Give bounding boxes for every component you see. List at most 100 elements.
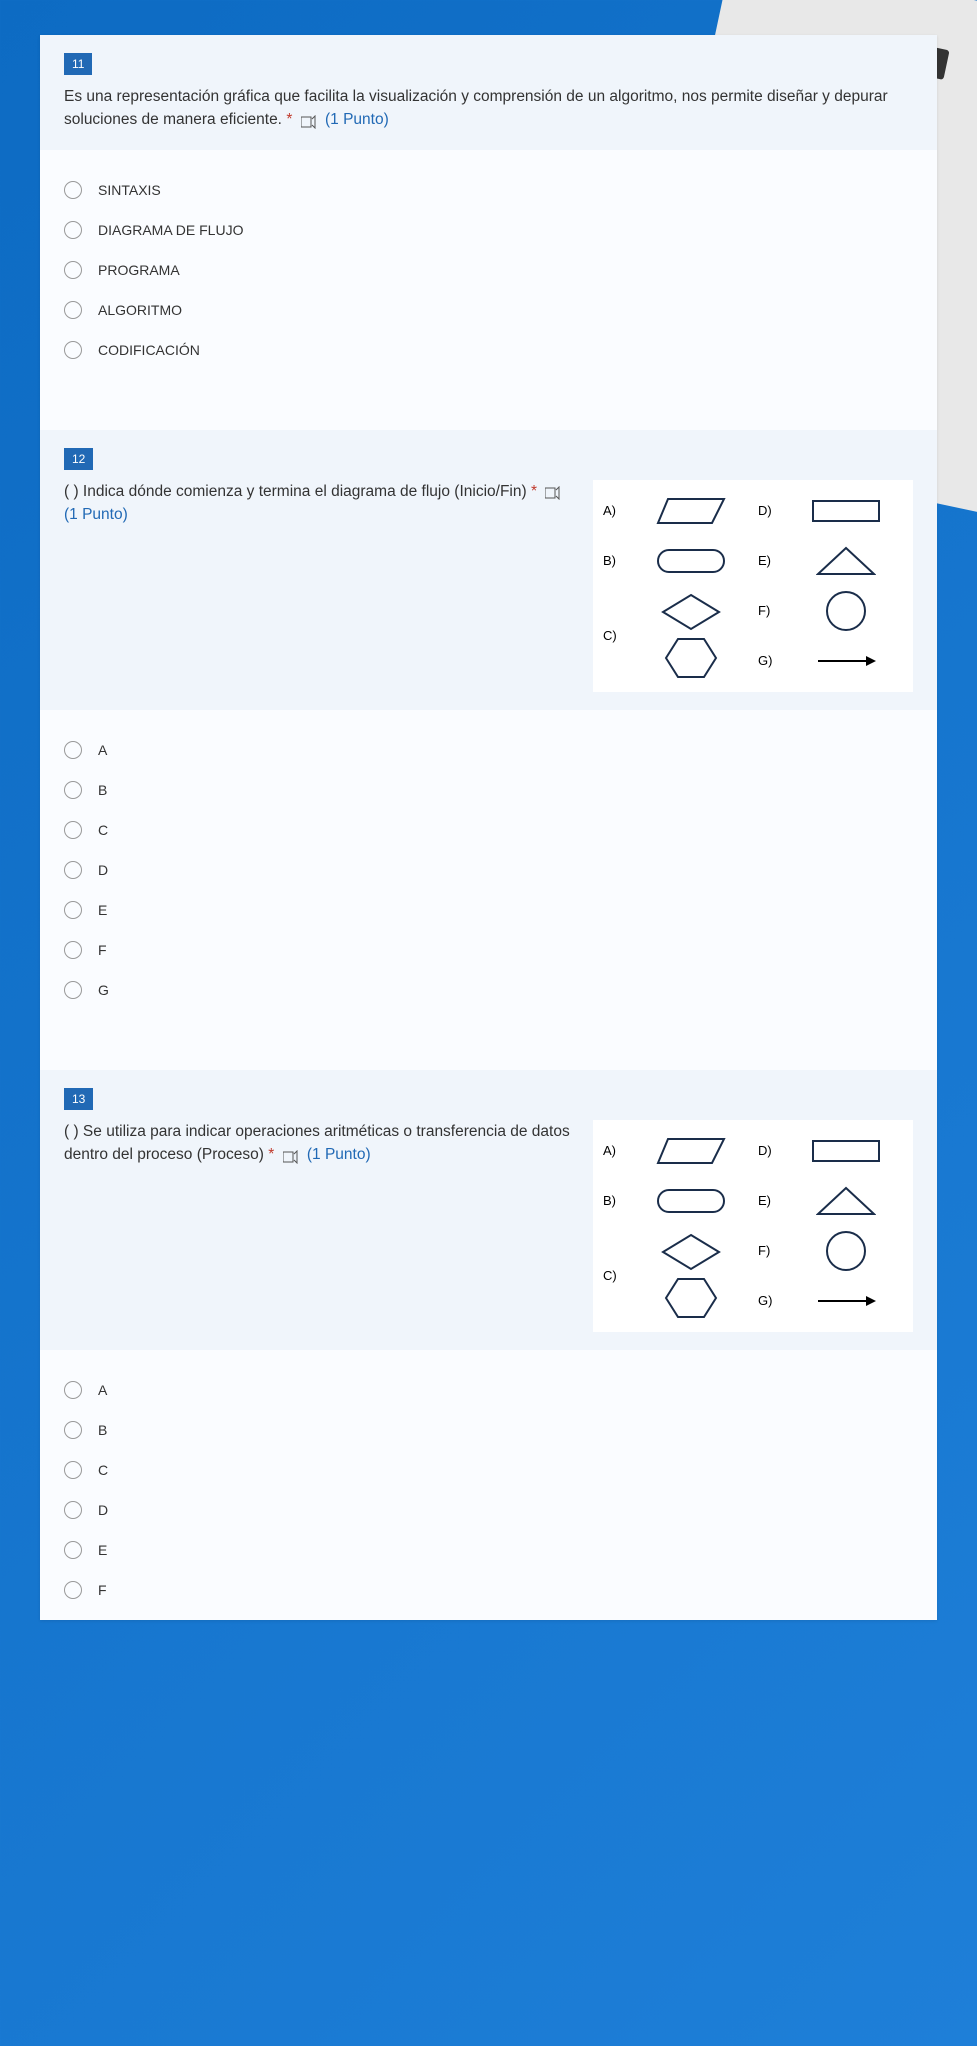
question-11: 11 Es una representación gráfica que fac…: [40, 35, 937, 380]
points-label: (1 Punto): [64, 506, 128, 523]
radio-option[interactable]: A: [64, 1370, 913, 1410]
radio-option[interactable]: F: [64, 1570, 913, 1610]
shape-label-g: G): [758, 1293, 778, 1308]
immersive-reader-icon[interactable]: [545, 484, 561, 498]
radio-option[interactable]: B: [64, 1410, 913, 1450]
radio-option[interactable]: E: [64, 1530, 913, 1570]
option-label: B: [98, 1422, 107, 1438]
required-marker: *: [531, 483, 537, 500]
radio-circle-icon: [64, 1581, 82, 1599]
shape-label-d: D): [758, 1143, 778, 1158]
diamond-hexagon-icons: [633, 591, 748, 681]
option-label: G: [98, 982, 109, 998]
option-label: DIAGRAMA DE FLUJO: [98, 222, 243, 238]
question-12: 12 ( ) Indica dónde comienza y termina e…: [40, 430, 937, 1020]
question-number-badge: 13: [64, 1088, 93, 1110]
option-label: E: [98, 1542, 107, 1558]
rounded-rect-icon: [633, 540, 748, 582]
circle-icon: [788, 590, 903, 632]
option-label: B: [98, 782, 107, 798]
shape-label-g: G): [758, 653, 778, 668]
question-header: 11 Es una representación gráfica que fac…: [40, 35, 937, 150]
immersive-reader-icon[interactable]: [301, 113, 317, 127]
form-container: 11 Es una representación gráfica que fac…: [40, 35, 937, 1620]
radio-circle-icon: [64, 1461, 82, 1479]
option-label: CODIFICACIÓN: [98, 342, 200, 358]
options-list: A B C D E F: [40, 1350, 937, 1620]
required-marker: *: [268, 1146, 274, 1163]
radio-circle-icon: [64, 781, 82, 799]
option-label: SINTAXIS: [98, 182, 161, 198]
radio-option[interactable]: CODIFICACIÓN: [64, 330, 913, 370]
radio-circle-icon: [64, 261, 82, 279]
question-number-badge: 11: [64, 53, 92, 75]
rectangle-icon: [788, 490, 903, 532]
shape-label-b: B): [603, 553, 623, 568]
radio-circle-icon: [64, 181, 82, 199]
option-label: A: [98, 742, 107, 758]
option-label: A: [98, 1382, 107, 1398]
radio-option[interactable]: ALGORITMO: [64, 290, 913, 330]
radio-circle-icon: [64, 301, 82, 319]
shape-label-e: E): [758, 553, 778, 568]
radio-option[interactable]: G: [64, 970, 913, 1010]
option-label: D: [98, 1502, 108, 1518]
option-label: F: [98, 1582, 107, 1598]
question-text: Es una representación gráfica que facili…: [64, 85, 913, 132]
options-list: A B C D E F G: [40, 710, 937, 1020]
radio-circle-icon: [64, 821, 82, 839]
shapes-reference-image: A) D) B) E) C) F): [593, 480, 913, 692]
radio-circle-icon: [64, 861, 82, 879]
rectangle-icon: [788, 1130, 903, 1172]
radio-option[interactable]: D: [64, 850, 913, 890]
question-header: 13 ( ) Se utiliza para indicar operacion…: [40, 1070, 937, 1350]
question-13: 13 ( ) Se utiliza para indicar operacion…: [40, 1070, 937, 1620]
shape-label-a: A): [603, 1143, 623, 1158]
immersive-reader-icon[interactable]: [283, 1148, 299, 1162]
shape-label-b: B): [603, 1193, 623, 1208]
radio-circle-icon: [64, 1541, 82, 1559]
question-text: ( ) Indica dónde comienza y termina el d…: [64, 480, 573, 527]
options-list: SINTAXIS DIAGRAMA DE FLUJO PROGRAMA ALGO…: [40, 150, 937, 380]
radio-option[interactable]: F: [64, 930, 913, 970]
option-label: D: [98, 862, 108, 878]
radio-option[interactable]: DIAGRAMA DE FLUJO: [64, 210, 913, 250]
radio-circle-icon: [64, 341, 82, 359]
triangle-icon: [788, 540, 903, 582]
diamond-hexagon-icons: [633, 1231, 748, 1321]
shape-label-f: F): [758, 603, 778, 618]
points-label: (1 Punto): [307, 1146, 371, 1163]
arrow-icon: [788, 1280, 903, 1322]
radio-circle-icon: [64, 1501, 82, 1519]
option-label: ALGORITMO: [98, 302, 182, 318]
option-label: F: [98, 942, 107, 958]
radio-circle-icon: [64, 1421, 82, 1439]
radio-circle-icon: [64, 741, 82, 759]
option-label: C: [98, 822, 108, 838]
parallelogram-icon: [633, 490, 748, 532]
shape-label-e: E): [758, 1193, 778, 1208]
radio-option[interactable]: PROGRAMA: [64, 250, 913, 290]
radio-circle-icon: [64, 221, 82, 239]
required-marker: *: [286, 111, 292, 128]
question-prompt: ( ) Indica dónde comienza y termina el d…: [64, 483, 527, 500]
radio-option[interactable]: C: [64, 1450, 913, 1490]
question-number-badge: 12: [64, 448, 93, 470]
shape-label-d: D): [758, 503, 778, 518]
radio-option[interactable]: B: [64, 770, 913, 810]
radio-circle-icon: [64, 901, 82, 919]
radio-option[interactable]: D: [64, 1490, 913, 1530]
question-prompt: Es una representación gráfica que facili…: [64, 88, 888, 128]
radio-option[interactable]: C: [64, 810, 913, 850]
radio-option[interactable]: A: [64, 730, 913, 770]
question-text: ( ) Se utiliza para indicar operaciones …: [64, 1120, 573, 1167]
shape-label-c: C): [603, 628, 623, 643]
parallelogram-icon: [633, 1130, 748, 1172]
rounded-rect-icon: [633, 1180, 748, 1222]
triangle-icon: [788, 1180, 903, 1222]
radio-option[interactable]: SINTAXIS: [64, 170, 913, 210]
shapes-reference-image: A) D) B) E) C) F): [593, 1120, 913, 1332]
option-label: PROGRAMA: [98, 262, 180, 278]
radio-option[interactable]: E: [64, 890, 913, 930]
shape-label-c: C): [603, 1268, 623, 1283]
